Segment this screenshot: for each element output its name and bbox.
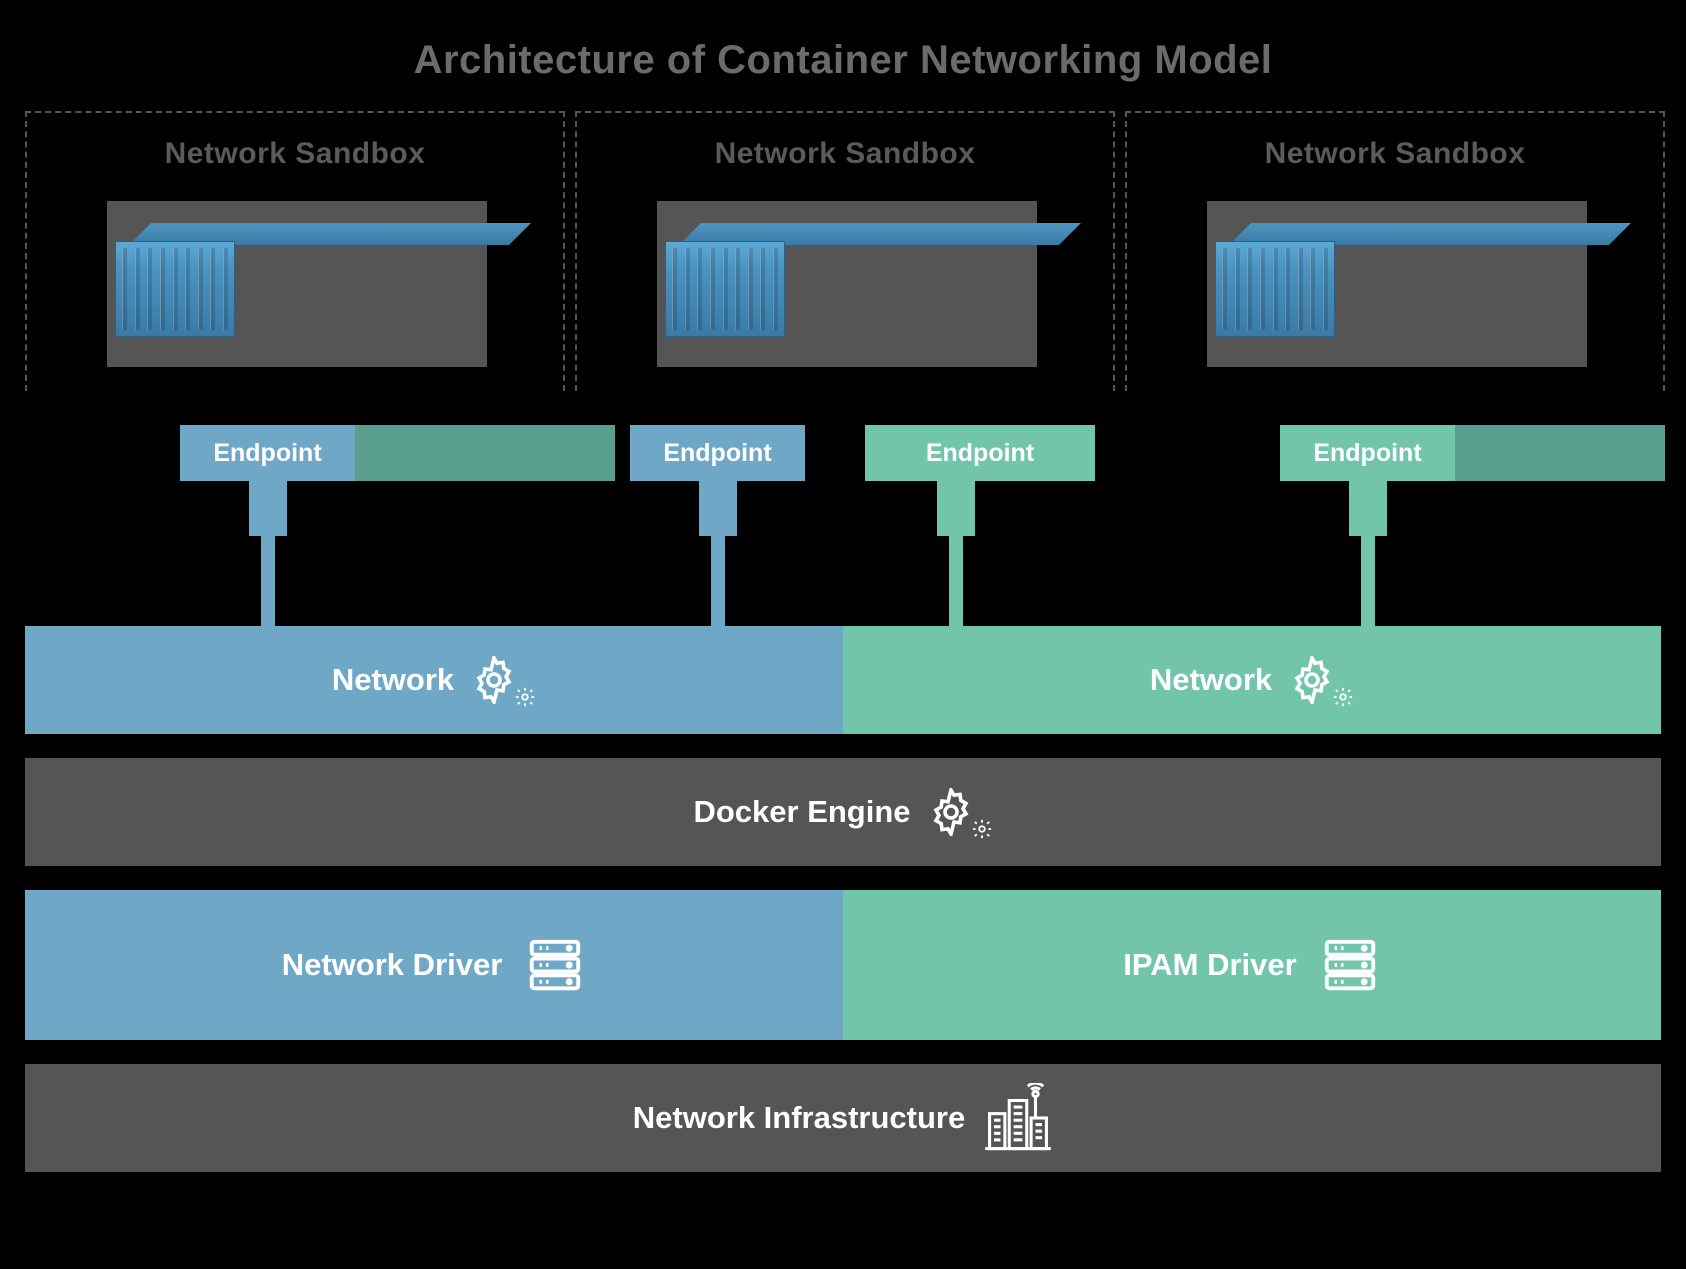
network-0-label: Network — [332, 662, 454, 698]
sandbox-0: Network Sandbox — [25, 111, 565, 391]
endpoint-3-shadow — [1455, 425, 1665, 481]
endpoint-0-shadow — [355, 425, 615, 481]
endpoint-2-connector — [937, 480, 975, 536]
network-1-label: Network — [1150, 662, 1272, 698]
endpoint-0: Endpoint — [180, 425, 355, 481]
endpoints-row: Endpoint Endpoint Endpoint Endpoint — [25, 425, 1661, 481]
infrastructure-row: Network Infrastructure — [25, 1064, 1661, 1172]
endpoint-0-stem — [261, 535, 275, 627]
network-0: Network — [25, 626, 843, 734]
container-icon — [665, 241, 785, 337]
endpoint-3-stem — [1361, 535, 1375, 627]
ipam-driver: IPAM Driver — [843, 890, 1661, 1040]
endpoint-3-connector — [1349, 480, 1387, 536]
endpoint-0-connector — [249, 480, 287, 536]
gear-icon — [470, 656, 536, 704]
drivers-row: Network Driver IPAM Driver — [25, 890, 1661, 1040]
endpoint-1: Endpoint — [630, 425, 805, 481]
container-icon — [1215, 241, 1335, 337]
endpoint-2: Endpoint — [865, 425, 1095, 481]
docker-engine-label: Docker Engine — [693, 794, 910, 830]
sandbox-label: Network Sandbox — [577, 137, 1113, 171]
endpoint-1-connector — [699, 480, 737, 536]
gear-icon — [927, 788, 993, 836]
networks-row: Network Network — [25, 626, 1661, 734]
ipam-driver-label: IPAM Driver — [1123, 947, 1296, 983]
gear-icon — [1288, 656, 1354, 704]
building-icon — [983, 1083, 1053, 1153]
diagram-title: Architecture of Container Networking Mod… — [0, 0, 1686, 111]
container-icon — [115, 241, 235, 337]
server-icon — [1319, 934, 1381, 996]
sandbox-label: Network Sandbox — [27, 137, 563, 171]
endpoint-3: Endpoint — [1280, 425, 1455, 481]
sandbox-2: Network Sandbox — [1125, 111, 1665, 391]
sandbox-1: Network Sandbox — [575, 111, 1115, 391]
sandboxes-row: Network Sandbox Network Sandbox Network … — [25, 111, 1661, 431]
endpoint-2-stem — [949, 535, 963, 627]
network-1: Network — [843, 626, 1661, 734]
docker-engine-row: Docker Engine — [25, 758, 1661, 866]
infrastructure-label: Network Infrastructure — [633, 1100, 965, 1136]
sandbox-label: Network Sandbox — [1127, 137, 1663, 171]
server-icon — [524, 934, 586, 996]
network-driver: Network Driver — [25, 890, 843, 1040]
network-driver-label: Network Driver — [282, 947, 503, 983]
endpoint-1-stem — [711, 535, 725, 627]
